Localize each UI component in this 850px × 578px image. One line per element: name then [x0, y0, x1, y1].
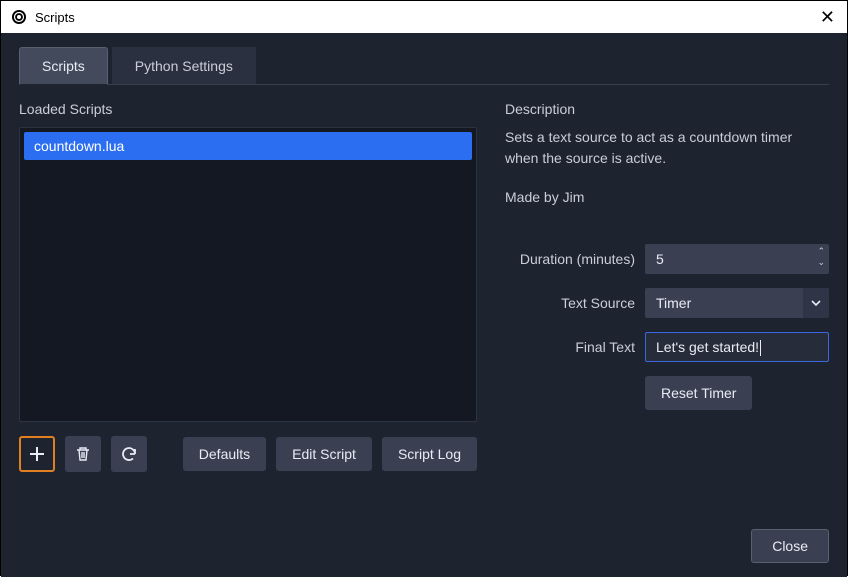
right-panel: Description Sets a text source to act as…: [505, 101, 829, 472]
loaded-scripts-title: Loaded Scripts: [19, 101, 477, 117]
scripts-list[interactable]: countdown.lua: [19, 127, 477, 422]
spinner-up-icon[interactable]: ⌃: [817, 246, 825, 257]
scripts-window: Scripts ✕ Scripts Python Settings Loaded…: [0, 0, 848, 576]
window-title: Scripts: [35, 10, 75, 25]
text-source-value: Timer: [656, 295, 691, 311]
duration-input[interactable]: [645, 244, 829, 274]
description-text-1: Sets a text source to act as a countdown…: [505, 127, 829, 169]
description-text-2: Made by Jim: [505, 187, 829, 208]
close-button[interactable]: Close: [751, 529, 829, 563]
tab-python-settings[interactable]: Python Settings: [112, 47, 256, 84]
scripts-toolbar: Defaults Edit Script Script Log: [19, 436, 477, 472]
defaults-button[interactable]: Defaults: [183, 437, 266, 471]
remove-script-button[interactable]: [65, 436, 101, 472]
left-panel: Loaded Scripts countdown.lua Defaults: [19, 101, 477, 472]
edit-script-button[interactable]: Edit Script: [276, 437, 372, 471]
final-text-input[interactable]: Let's get started!: [645, 332, 829, 362]
reload-scripts-button[interactable]: [111, 436, 147, 472]
add-script-button[interactable]: [19, 436, 55, 472]
reload-icon: [120, 445, 138, 463]
plus-icon: [28, 445, 46, 463]
duration-label: Duration (minutes): [505, 251, 635, 267]
trash-icon: [75, 446, 91, 462]
tab-bar: Scripts Python Settings: [19, 47, 829, 85]
description-title: Description: [505, 101, 829, 117]
text-source-label: Text Source: [505, 295, 635, 311]
spinner-down-icon[interactable]: ⌄: [817, 257, 825, 268]
duration-spinner[interactable]: ⌃ ⌄: [817, 246, 825, 268]
text-source-select[interactable]: Timer: [645, 288, 829, 318]
chevron-down-icon[interactable]: [803, 288, 829, 318]
final-text-label: Final Text: [505, 339, 635, 355]
tab-scripts[interactable]: Scripts: [19, 47, 108, 85]
content-area: Scripts Python Settings Loaded Scripts c…: [1, 33, 847, 577]
list-item[interactable]: countdown.lua: [24, 132, 472, 160]
titlebar: Scripts ✕: [1, 1, 847, 33]
app-icon: [11, 9, 27, 25]
window-close-button[interactable]: ✕: [820, 7, 835, 28]
reset-timer-button[interactable]: Reset Timer: [645, 376, 752, 410]
script-log-button[interactable]: Script Log: [382, 437, 477, 471]
